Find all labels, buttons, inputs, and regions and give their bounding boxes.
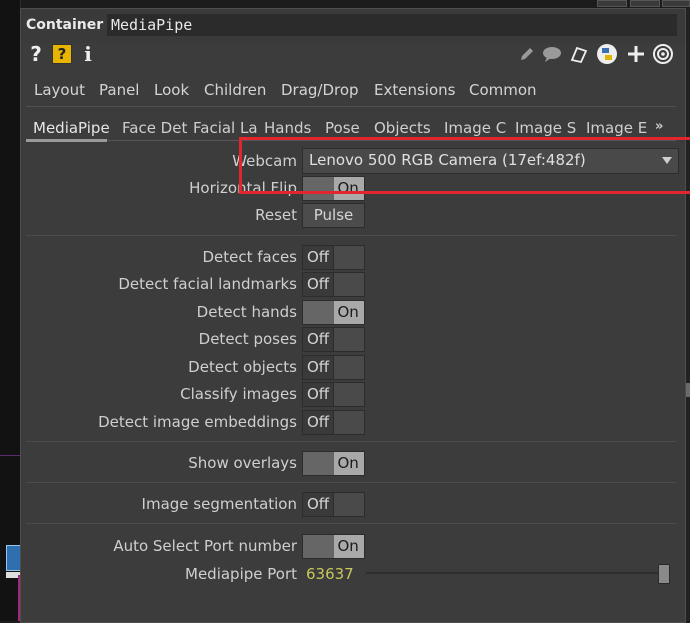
more-pages-icon[interactable]: » <box>655 119 663 134</box>
detect-image-embeddings-toggle[interactable]: Off <box>302 410 365 435</box>
mediapipe-port-field[interactable]: 63637 <box>306 565 354 583</box>
tab-children[interactable]: Children <box>204 81 266 99</box>
auto-select-port-toggle[interactable]: On <box>302 534 365 559</box>
reset-pulse-button[interactable]: Pulse <box>302 203 365 228</box>
page-image-segmentation[interactable]: Image S <box>515 119 576 137</box>
divider <box>26 441 676 442</box>
page-pose[interactable]: Pose <box>325 119 360 137</box>
auto-select-port-label: Auto Select Port number <box>113 537 297 555</box>
divider <box>107 140 676 141</box>
reset-label: Reset <box>255 206 297 224</box>
detect-poses-toggle[interactable]: Off <box>302 327 365 352</box>
detect-poses-label: Detect poses <box>198 330 297 348</box>
window-button[interactable] <box>630 0 660 7</box>
info-icon[interactable]: i <box>77 42 99 66</box>
top-bar <box>0 0 690 8</box>
page-image-classification[interactable]: Image C <box>444 119 506 137</box>
toolbar: ? ? i <box>21 42 685 67</box>
detect-objects-toggle[interactable]: Off <box>302 355 365 380</box>
pencil-icon[interactable] <box>516 43 538 65</box>
detect-faces-toggle[interactable]: Off <box>302 245 365 270</box>
title-row: Container MediaPipe <box>21 9 685 43</box>
detect-hands-label: Detect hands <box>196 303 297 321</box>
parameter-dialog: Container MediaPipe ? ? i Layout Panel L… <box>20 8 690 623</box>
page-hands[interactable]: Hands <box>264 119 311 137</box>
webcam-value: Lenovo 500 RGB Camera (17ef:482f) <box>309 151 586 169</box>
tab-bar: Layout Panel Look Children Drag/Drop Ext… <box>26 81 676 105</box>
divider <box>26 106 676 107</box>
page-objects[interactable]: Objects <box>374 119 431 137</box>
tab-look[interactable]: Look <box>154 81 189 99</box>
show-overlays-toggle[interactable]: On <box>302 451 365 476</box>
target-icon[interactable] <box>652 43 674 65</box>
detect-facial-landmarks-label: Detect facial landmarks <box>118 275 297 293</box>
operator-help-icon[interactable]: ? <box>51 43 73 65</box>
detect-hands-toggle[interactable]: On <box>302 300 365 325</box>
operator-type: Container <box>26 17 104 33</box>
detect-faces-label: Detect faces <box>202 248 297 266</box>
port-slider-track[interactable] <box>366 572 666 574</box>
detect-facial-landmarks-toggle[interactable]: Off <box>302 272 365 297</box>
network-view <box>0 0 22 621</box>
webcam-dropdown[interactable]: Lenovo 500 RGB Camera (17ef:482f) <box>302 148 679 174</box>
divider <box>26 235 676 236</box>
help-icon[interactable]: ? <box>25 42 47 66</box>
horizontal-flip-toggle[interactable]: On <box>302 176 365 201</box>
webcam-label: Webcam <box>232 152 297 170</box>
tab-panel[interactable]: Panel <box>99 81 139 99</box>
image-segmentation-toggle[interactable]: Off <box>302 492 365 517</box>
wire <box>0 455 20 456</box>
mediapipe-port-label: Mediapipe Port <box>185 565 297 583</box>
clone-icon[interactable] <box>568 43 590 65</box>
tab-common[interactable]: Common <box>469 81 537 99</box>
classify-images-label: Classify images <box>180 385 297 403</box>
image-segmentation-label: Image segmentation <box>141 495 297 513</box>
port-slider-handle[interactable] <box>658 564 670 584</box>
horizontal-flip-label: Horizontal Flip <box>189 179 297 197</box>
detect-objects-label: Detect objects <box>188 358 297 376</box>
detect-image-embeddings-label: Detect image embeddings <box>98 413 297 431</box>
page-mediapipe[interactable]: MediaPipe <box>33 119 110 137</box>
page-image-embeddings[interactable]: Image E <box>586 119 647 137</box>
add-icon[interactable] <box>625 43 647 65</box>
show-overlays-label: Show overlays <box>188 454 297 472</box>
page-facial-landmarks[interactable]: Facial La <box>193 119 258 137</box>
divider <box>26 482 676 483</box>
tab-layout[interactable]: Layout <box>34 81 85 99</box>
page-tabs: MediaPipe Face Det Facial La Hands Pose … <box>26 115 676 139</box>
divider <box>26 523 676 524</box>
comment-icon[interactable] <box>541 43 563 65</box>
page-face-detection[interactable]: Face Det <box>122 119 187 137</box>
tab-drag-drop[interactable]: Drag/Drop <box>281 81 359 99</box>
tab-extensions[interactable]: Extensions <box>374 81 455 99</box>
window-button[interactable] <box>597 0 627 7</box>
window-button[interactable] <box>662 0 690 7</box>
python-icon[interactable] <box>596 43 618 65</box>
chevron-down-icon <box>662 157 672 164</box>
active-page-indicator <box>26 139 107 142</box>
classify-images-toggle[interactable]: Off <box>302 382 365 407</box>
operator-name-field[interactable]: MediaPipe <box>107 14 677 36</box>
